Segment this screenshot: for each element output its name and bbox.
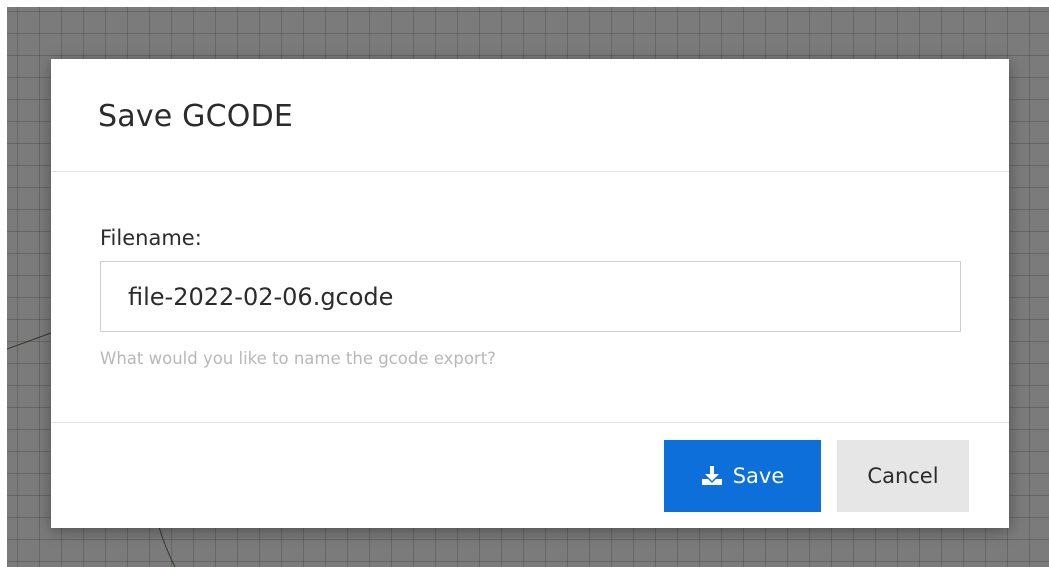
- download-icon: [701, 466, 723, 486]
- cancel-button[interactable]: Cancel: [837, 440, 969, 512]
- dialog-body: Filename: What would you like to name th…: [51, 172, 1009, 422]
- save-button-label: Save: [732, 464, 785, 488]
- filename-label: Filename:: [100, 226, 202, 250]
- save-gcode-dialog: Save GCODE Filename: What would you like…: [51, 59, 1009, 528]
- dialog-header: Save GCODE: [51, 59, 1009, 172]
- filename-input[interactable]: [100, 261, 961, 332]
- save-button[interactable]: Save: [664, 440, 821, 512]
- filename-help-text: What would you like to name the gcode ex…: [100, 349, 496, 368]
- dialog-title: Save GCODE: [98, 99, 294, 134]
- dialog-footer: Save Cancel: [51, 422, 1009, 528]
- cancel-button-label: Cancel: [867, 464, 939, 488]
